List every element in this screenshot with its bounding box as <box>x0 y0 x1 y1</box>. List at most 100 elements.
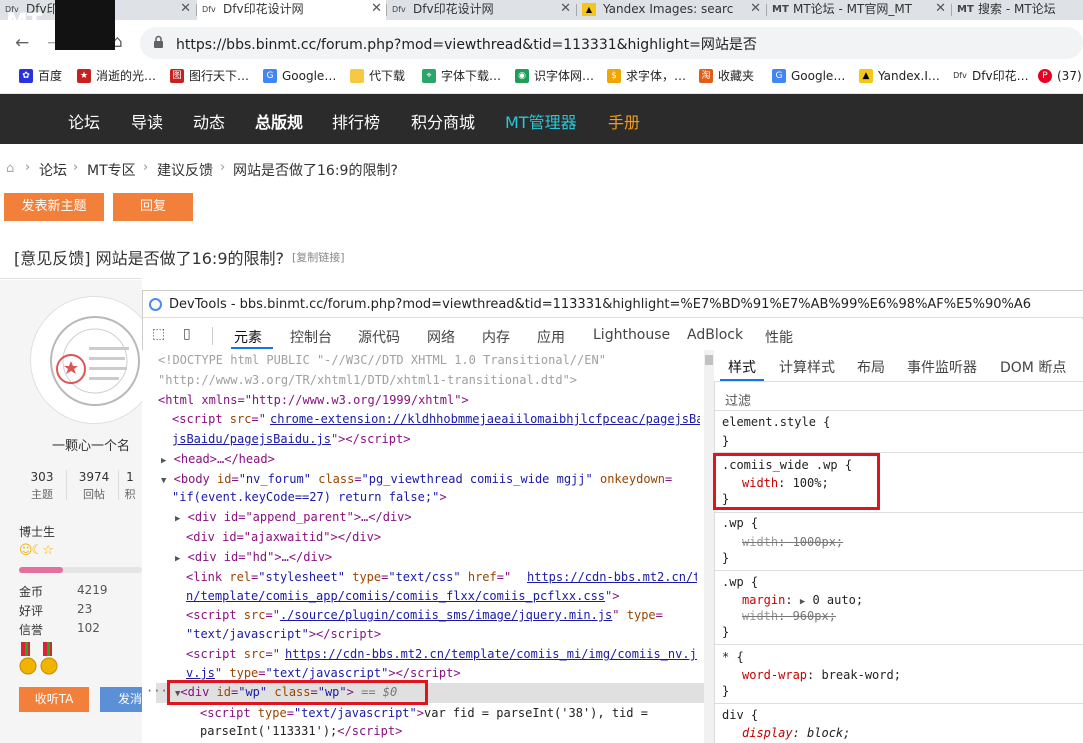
bookmark-item[interactable]: ★ 消逝的光… <box>77 68 156 84</box>
rule-selector[interactable]: .wp { <box>722 575 758 589</box>
rule-declaration[interactable]: margin: ▶ 0 auto; <box>742 593 863 607</box>
tab-styles[interactable]: 样式 <box>728 357 756 377</box>
css-href-link[interactable]: https://cdn-bbs.mt2.cn/template/comiis_a… <box>527 570 697 584</box>
node-append-parent[interactable]: ▶ <div id="append_parent">…</div> <box>175 510 412 524</box>
close-icon[interactable]: ✕ <box>560 0 571 18</box>
rule-selector[interactable]: div { <box>722 708 758 722</box>
rule-selector[interactable]: .wp { <box>722 516 758 530</box>
inspect-icon[interactable]: ⬚ <box>152 326 165 342</box>
tab-lighthouse[interactable]: Lighthouse <box>593 327 670 343</box>
tab-computed[interactable]: 计算样式 <box>779 357 835 377</box>
node-hd[interactable]: ▶ <div id="hd">…</div> <box>175 550 332 564</box>
browser-tab[interactable]: ▲ Yandex Images: searc ✕ <box>577 0 765 20</box>
breadcrumb-item[interactable]: 网站是否做了16:9的限制? <box>233 160 398 180</box>
tab-network[interactable]: 网络 <box>427 327 455 347</box>
back-arrow-icon[interactable]: ← <box>15 33 29 53</box>
avatar[interactable] <box>30 296 158 424</box>
bookmark-item[interactable]: ⌖ 字体下载… <box>422 68 501 84</box>
styles-filter-input[interactable]: 过滤 <box>725 390 751 409</box>
node-head[interactable]: ▶ <head>…</head> <box>161 452 275 466</box>
nav-item-guide[interactable]: 导读 <box>131 109 163 133</box>
close-icon[interactable]: ✕ <box>935 0 946 18</box>
more-options-icon[interactable]: ··· <box>146 684 168 698</box>
node-script-nv[interactable]: <script src=" <box>186 647 280 661</box>
collapse-triangle-icon[interactable]: ▼ <box>161 476 166 486</box>
tab-sources[interactable]: 源代码 <box>358 327 400 347</box>
new-topic-button[interactable]: 发表新主题 <box>4 193 104 221</box>
nav-item-rules[interactable]: 总版规 <box>255 109 303 133</box>
stat-value[interactable]: 303 <box>22 468 62 486</box>
bookmark-item[interactable]: 淘收藏夹 <box>699 68 754 84</box>
expand-triangle-icon[interactable]: ▶ <box>161 456 166 466</box>
close-icon[interactable]: ✕ <box>371 0 382 18</box>
script-src-link[interactable]: chrome-extension://kldhhobmmejaeaiilomai… <box>270 412 700 426</box>
scrollbar-thumb[interactable] <box>705 355 713 365</box>
bookmark-item[interactable]: 图图行天下… <box>170 68 249 84</box>
browser-tab[interactable]: Dfv Dfv印花设计网 ✕ <box>387 0 575 20</box>
tab-console[interactable]: 控制台 <box>290 327 332 347</box>
reply-button[interactable]: 回复 <box>113 193 193 221</box>
rule-declaration[interactable]: word-wrap: break-word; <box>742 668 901 682</box>
rule-declaration[interactable]: display: block; <box>742 726 850 740</box>
node-link-cont: n/template/comiis_app/comiis/comiis_flxx… <box>186 589 620 603</box>
node-inline-script[interactable]: <script type="text/javascript">var fid =… <box>200 706 648 720</box>
tab-memory[interactable]: 内存 <box>482 327 510 347</box>
url-text[interactable]: https://bbs.binmt.cc/forum.php?mod=viewt… <box>176 34 757 54</box>
nav-item-ranking[interactable]: 排行榜 <box>332 109 380 133</box>
js-src-link[interactable]: https://cdn-bbs.mt2.cn/template/comiis_m… <box>285 647 697 661</box>
node-script-jquery[interactable]: <script src="./source/plugin/comiis_sms/… <box>186 608 663 622</box>
device-toolbar-icon[interactable]: ▯ <box>183 326 191 342</box>
node-script[interactable]: <script src=" <box>172 412 266 426</box>
nav-item-shop[interactable]: 积分商城 <box>411 109 475 133</box>
tab-elements[interactable]: 元素 <box>234 327 262 347</box>
tab-dom-breakpoints[interactable]: DOM 断点 <box>1000 357 1066 377</box>
copy-link[interactable]: [复制链接] <box>292 249 345 265</box>
tab-performance[interactable]: 性能 <box>765 327 793 347</box>
follow-button[interactable]: 收听TA <box>19 687 89 712</box>
lock-icon[interactable] <box>153 35 164 49</box>
bookmark-item[interactable]: G Google… <box>263 68 336 84</box>
nav-item-activity[interactable]: 动态 <box>193 109 225 133</box>
browser-tab[interactable]: Dfv Dfv印花设计网 ✕ <box>197 0 386 20</box>
tab-application[interactable]: 应用 <box>537 327 565 347</box>
bookmark-item[interactable]: $ 求字体，… <box>607 68 686 84</box>
node-ajaxwaitid[interactable]: <div id="ajaxwaitid"></div> <box>186 530 381 544</box>
bookmark-item[interactable]: ◉ 识字体网… <box>515 68 594 84</box>
close-icon[interactable]: ✕ <box>180 0 191 18</box>
rule-declaration-overridden[interactable]: width: 1000px; <box>742 535 843 549</box>
breadcrumb-item[interactable]: 论坛 <box>39 160 67 180</box>
bookmark-item[interactable]: G Google… <box>772 68 845 84</box>
bookmark-item[interactable]: ✿ 百度 <box>19 68 62 84</box>
rule-selector[interactable]: * { <box>722 650 744 664</box>
browser-tab[interactable]: MT 搜索 - MT论坛 <box>952 0 1083 20</box>
stat-value[interactable]: 1 <box>118 468 142 486</box>
node-body[interactable]: ▼ <body id="nv_forum" class="pg_viewthre… <box>161 472 672 486</box>
expand-triangle-icon[interactable]: ▶ <box>175 514 180 524</box>
rule-selector[interactable]: element.style { <box>722 415 830 429</box>
breadcrumb-item[interactable]: MT专区 <box>87 160 136 180</box>
elements-scrollbar[interactable] <box>704 350 714 743</box>
home-icon[interactable]: ⌂ <box>6 161 14 176</box>
browser-tab[interactable]: MT MT论坛 - MT官网_MT ✕ <box>767 0 950 20</box>
bookmark-item[interactable]: ▲ Yandex.I… <box>859 68 940 84</box>
node-html[interactable]: <html xmlns="http://www.w3.org/1999/xhtm… <box>158 393 469 407</box>
bookmark-item[interactable]: P (37) <box>1038 68 1082 84</box>
nav-item-forum[interactable]: 论坛 <box>68 109 100 133</box>
author-name[interactable]: 一颗心一个名 <box>52 435 130 454</box>
node-link[interactable]: <link rel="stylesheet" type="text/css" h… <box>186 570 511 584</box>
stat-value[interactable]: 3974 <box>74 468 114 486</box>
tab-event-listeners[interactable]: 事件监听器 <box>907 357 977 377</box>
expand-triangle-icon[interactable]: ▶ <box>800 597 805 607</box>
nav-item-mt-manager[interactable]: MT管理器 <box>505 109 577 133</box>
tab-adblock[interactable]: AdBlock <box>687 327 743 343</box>
expand-triangle-icon[interactable]: ▶ <box>175 554 180 564</box>
bookmark-item[interactable]: 代下载 <box>350 68 405 84</box>
rule-declaration-overridden[interactable]: width: 960px; <box>742 609 836 623</box>
close-icon[interactable]: ✕ <box>750 0 761 18</box>
nav-item-manual[interactable]: 手册 <box>608 109 640 133</box>
bookmark-item[interactable]: Dfv Dfv印花… <box>950 68 1028 84</box>
tab-layout[interactable]: 布局 <box>857 357 885 377</box>
breadcrumb-item[interactable]: 建议反馈 <box>157 160 213 180</box>
mt-logo[interactable]: MT <box>6 10 42 35</box>
message-button[interactable]: 发消 <box>100 687 142 712</box>
